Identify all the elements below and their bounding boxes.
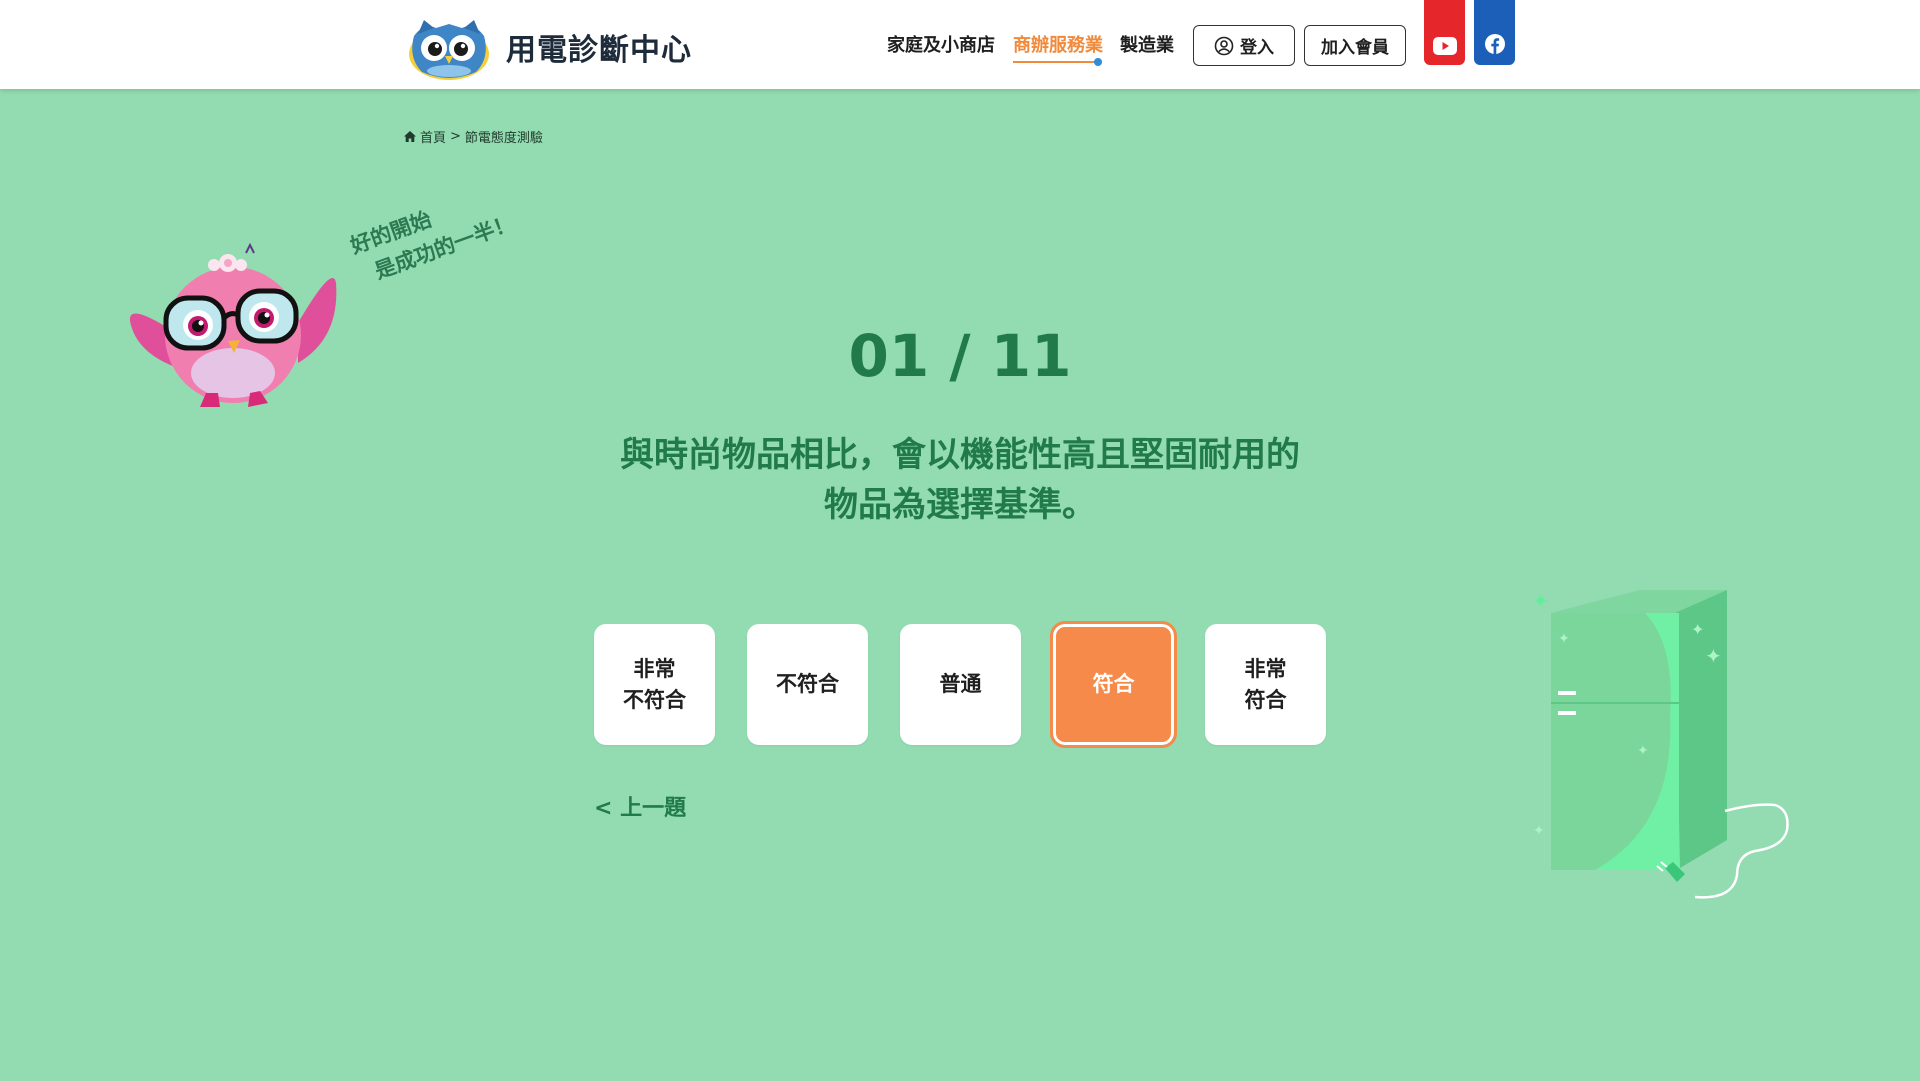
site-logo[interactable]: 用電診斷中心 [404,14,704,80]
svg-text:✦: ✦ [1637,743,1649,759]
svg-text:✦: ✦ [1691,620,1704,639]
login-button[interactable]: 登入 [1193,25,1295,66]
previous-question-link[interactable]: < 上一題 [594,790,686,822]
youtube-icon [1432,37,1457,55]
question-line-2: 物品為選擇基準。 [824,485,1096,525]
option-disagree[interactable]: 不符合 [747,624,868,745]
option-strongly-disagree[interactable]: 非常 不符合 [594,624,715,745]
facebook-icon [1484,34,1505,54]
progress-current: 01 [848,322,930,390]
option-strongly-agree[interactable]: 非常 符合 [1205,624,1326,745]
nav-item-commercial[interactable]: 商辦服務業 [1013,31,1103,57]
progress-divider: / [949,322,971,390]
logo-title: 用電診斷中心 [506,33,692,68]
join-member-label: 加入會員 [1321,38,1389,58]
svg-text:✦: ✦ [1705,644,1722,668]
facebook-link[interactable] [1474,0,1515,65]
youtube-link[interactable] [1424,0,1465,65]
home-icon [404,131,416,142]
owl-logo-icon [409,20,489,80]
option-neutral[interactable]: 普通 [900,624,1021,745]
progress-total: 11 [990,322,1072,390]
breadcrumb-current: 節電態度測驗 [464,131,543,146]
svg-text:✦: ✦ [1558,631,1570,647]
svg-text:✦: ✦ [1533,591,1548,612]
nav-item-manufacturing[interactable]: 製造業 [1120,31,1174,57]
breadcrumb-separator: > [450,129,461,144]
site-header: 用電診斷中心 家庭及小商店 商辦服務業 製造業 登入 加入會員 [0,0,1920,89]
question-progress: 01 / 11 [0,322,1920,390]
refrigerator-illustration: ✦ ✦ ✦ ✦ ✦ ✦ [1533,590,1789,899]
breadcrumb-home[interactable]: 首頁 [420,127,446,146]
login-label: 登入 [1240,38,1274,58]
question-text: 與時尚物品相比，會以機能性高且堅固耐用的 物品為選擇基準。 [560,430,1360,530]
nav-item-home-shop[interactable]: 家庭及小商店 [887,31,995,57]
question-line-1: 與時尚物品相比，會以機能性高且堅固耐用的 [620,435,1300,475]
breadcrumb: 首頁 > 節電態度測驗 [404,127,543,146]
svg-text:✦: ✦ [1533,823,1545,839]
mascot-speech-text: 好的開始 是成功的一半！ [346,177,519,292]
user-circle-icon [1214,36,1234,55]
option-agree[interactable]: 符合 [1050,621,1177,748]
join-member-button[interactable]: 加入會員 [1304,25,1406,66]
active-nav-underline [1013,58,1102,66]
